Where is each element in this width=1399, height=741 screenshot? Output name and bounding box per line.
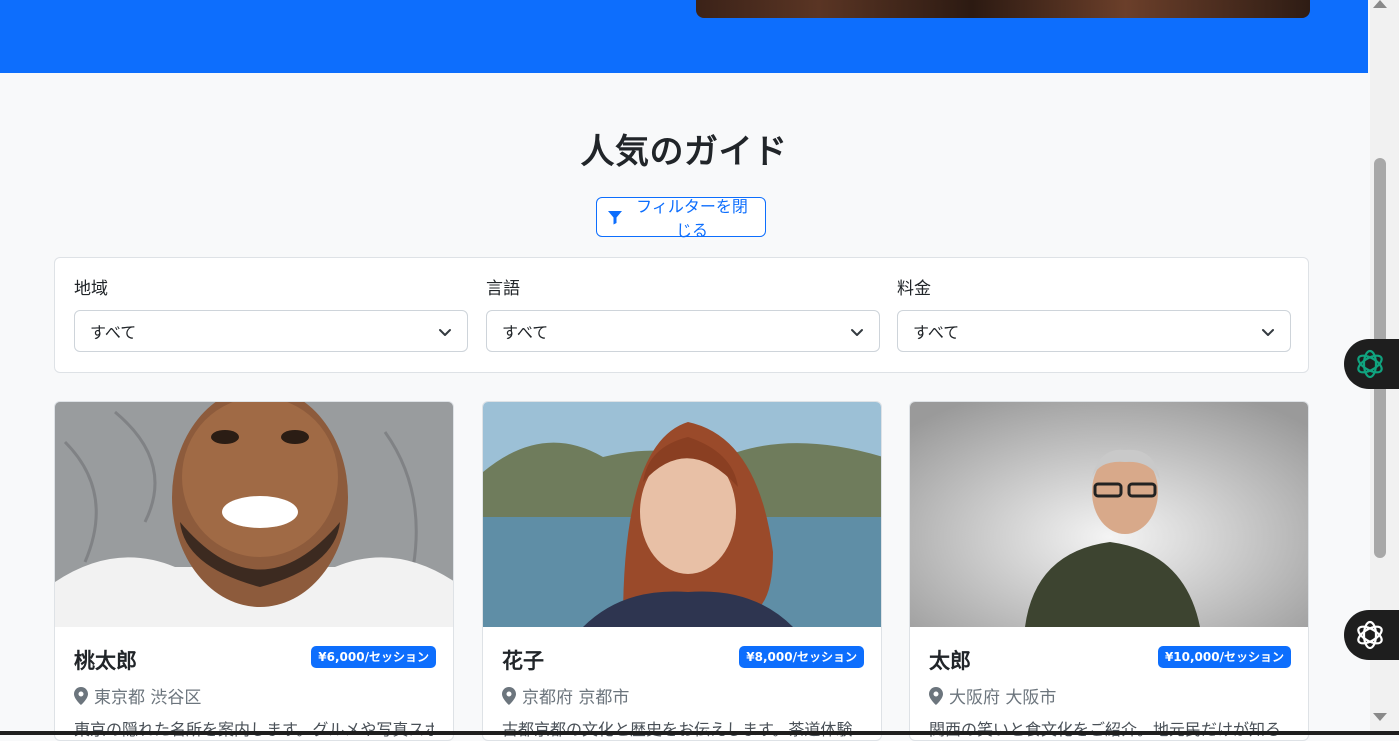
ai-assistant-icon: [1357, 349, 1383, 379]
guide-description: 古都京都の文化と歴史をお伝えします。茶道体験: [502, 720, 853, 739]
guide-description: 東京の隠れた名所を案内します。グルメや写真スポ: [74, 720, 434, 739]
filter-language: 言語 すべて: [486, 278, 880, 352]
price-select[interactable]: すべて: [897, 310, 1291, 352]
filter-panel: 地域 すべて 言語 すべて 料金 すべて: [54, 257, 1309, 373]
language-select-value: すべて: [502, 323, 549, 342]
filter-toggle-label: フィルターを閉じる: [636, 197, 748, 240]
guide-location-text: 京都府 京都市: [522, 688, 630, 708]
guide-description: 関西の笑いと食文化をご紹介。地元民だけが知る: [929, 720, 1282, 739]
section-title: 人気のガイド: [580, 132, 788, 172]
filter-region: 地域 すべて: [74, 278, 468, 352]
chevron-down-icon: [439, 329, 451, 336]
filter-language-label: 言語: [486, 279, 520, 299]
window-bottom-edge: [0, 731, 1399, 735]
map-pin-icon: [929, 686, 943, 705]
ai-assistant-icon: [1357, 620, 1383, 650]
price-badge: ¥8,000/セッション: [739, 646, 864, 668]
guide-location: 大阪府 大阪市: [929, 683, 1056, 708]
guide-name: 花子: [502, 649, 544, 673]
price-badge: ¥10,000/セッション: [1157, 646, 1291, 668]
scroll-up-arrow-icon[interactable]: [1373, 0, 1387, 8]
assistant-extension-button[interactable]: [1344, 339, 1399, 389]
filter-toggle-button[interactable]: フィルターを閉じる: [596, 197, 766, 240]
filter-region-label: 地域: [74, 279, 108, 299]
guide-name: 太郎: [929, 649, 971, 673]
guide-name: 桃太郎: [74, 649, 137, 673]
region-select-value: すべて: [90, 323, 137, 342]
filter-icon: [608, 211, 622, 225]
chevron-down-icon: [1262, 329, 1274, 336]
assistant-extension-button-2[interactable]: [1344, 610, 1399, 660]
map-pin-icon: [502, 686, 516, 705]
chevron-down-icon: [851, 329, 863, 336]
guide-card[interactable]: 花子 ¥8,000/セッション 京都府 京都市 古都京都の文化と歴史をお伝えしま…: [482, 401, 882, 741]
guide-location-text: 大阪府 大阪市: [949, 688, 1057, 708]
filter-price-label: 料金: [897, 279, 931, 299]
guide-location-text: 東京都 渋谷区: [94, 688, 202, 708]
guide-card[interactable]: 桃太郎 ¥6,000/セッション 東京都 渋谷区 東京の隠れた名所を案内します。…: [54, 401, 454, 741]
region-select[interactable]: すべて: [74, 310, 468, 352]
price-select-value: すべて: [913, 323, 960, 342]
hero-image: [696, 0, 1310, 18]
map-pin-icon: [74, 686, 88, 705]
guide-photo: [55, 402, 453, 627]
guide-location: 京都府 京都市: [502, 683, 629, 708]
filter-price: 料金 すべて: [897, 278, 1291, 352]
guide-location: 東京都 渋谷区: [74, 683, 201, 708]
guide-photo: [483, 402, 881, 627]
scroll-down-arrow-icon[interactable]: [1373, 713, 1387, 721]
price-badge: ¥6,000/セッション: [311, 646, 436, 668]
guide-card[interactable]: 太郎 ¥10,000/セッション 大阪府 大阪市 関西の笑いと食文化をご紹介。地…: [909, 401, 1309, 741]
guide-photo: [910, 402, 1308, 627]
language-select[interactable]: すべて: [486, 310, 880, 352]
